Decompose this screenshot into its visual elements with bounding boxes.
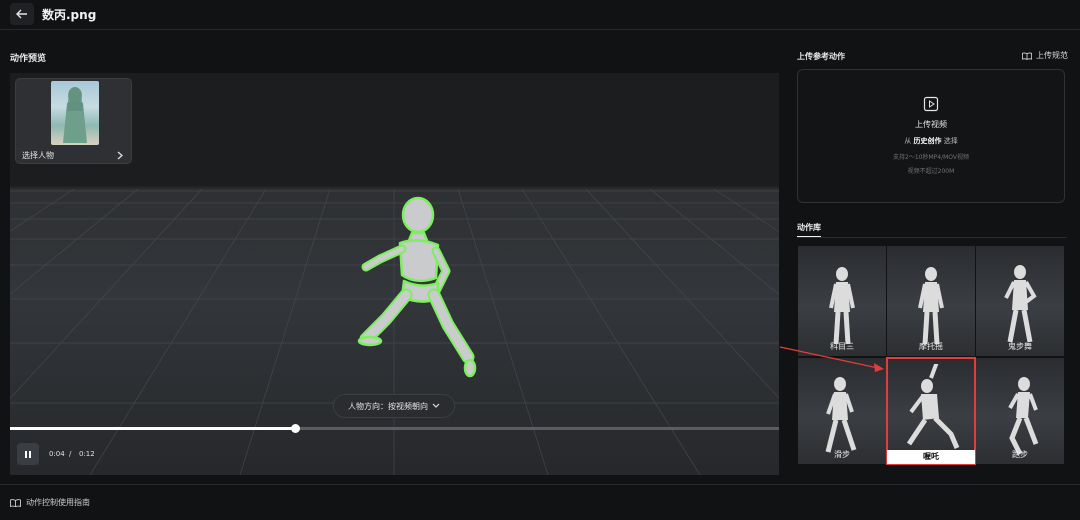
timeline-progress [10,427,295,430]
chevron-right-icon [117,151,123,160]
motion-label: 滑步 [834,450,850,459]
motion-figure [918,267,944,345]
motion-label: 跑步 [1012,450,1028,459]
pause-icon [25,450,31,458]
motion-label: 喔吒 [887,450,975,464]
upload-spec-link[interactable]: 上传规范 [1022,50,1068,61]
tab-divider [797,237,1067,238]
motion-figure [1008,377,1039,456]
video-upload-icon [923,96,939,112]
history-link[interactable]: 历史创作 [914,137,942,145]
character-thumbnail [51,81,99,145]
motion-card[interactable]: 滑步 [798,358,886,464]
upload-title: 上传参考动作 [797,52,845,61]
top-bar: 数丙.png [0,0,1080,30]
book-icon [10,498,21,507]
upload-history-line: 从 历史创作 选择 [798,136,1064,146]
pause-button[interactable] [17,443,39,465]
motion-label: 摩托摇 [919,342,943,351]
back-button[interactable] [10,3,34,25]
motion-figure [825,377,857,453]
motion-label: 科目三 [830,342,854,351]
select-character-card[interactable]: 选择人物 [15,78,132,164]
book-icon [1022,52,1032,60]
total-time: 0:12 [79,450,95,458]
upload-video-label: 上传视频 [915,120,947,129]
orientation-dropdown[interactable]: 人物方向：按视频朝向 [333,394,455,418]
arrow-left-icon [16,9,27,19]
from-prefix: 从 [904,137,912,145]
bottom-divider [0,484,1080,485]
guide-link[interactable]: 动作控制使用指南 [10,497,90,508]
motion-card[interactable]: 摩托摇 [887,246,975,356]
upload-dropzone[interactable]: 上传视频 从 历史创作 选择 支持2～10秒MP4/MOV视频 视频不超过200… [797,69,1065,203]
select-character-label: 选择人物 [22,151,54,160]
timeline-scrubber[interactable] [10,424,779,433]
motion-figure [1004,265,1037,343]
motion-card[interactable]: 科目三 [798,246,886,356]
motion-card[interactable]: 喔吒 [886,357,976,465]
chevron-down-icon [432,403,440,408]
tab-motion-library[interactable]: 动作库 [797,222,821,238]
motion-figure [906,364,960,449]
file-title: 数丙.png [42,8,97,22]
from-suffix: 选择 [943,137,958,145]
preview-title: 动作预览 [10,54,47,64]
upload-spec-label: 上传规范 [1036,51,1068,60]
time-separator: / [69,450,72,458]
mannequin-figure [357,196,477,378]
timeline-handle[interactable] [290,424,300,433]
orientation-label: 人物方向：按视频朝向 [348,401,428,411]
motion-card[interactable]: 跑步 [976,358,1064,464]
motion-card[interactable]: 鬼步舞 [976,246,1064,356]
current-time: 0:04 [49,450,65,458]
upload-hint-size: 视频不超过200M [907,168,955,175]
upload-hint-duration: 支持2～10秒MP4/MOV视频 [893,154,969,161]
guide-label: 动作控制使用指南 [26,498,90,507]
motion-figure [829,267,855,345]
motion-label: 鬼步舞 [1008,342,1032,351]
